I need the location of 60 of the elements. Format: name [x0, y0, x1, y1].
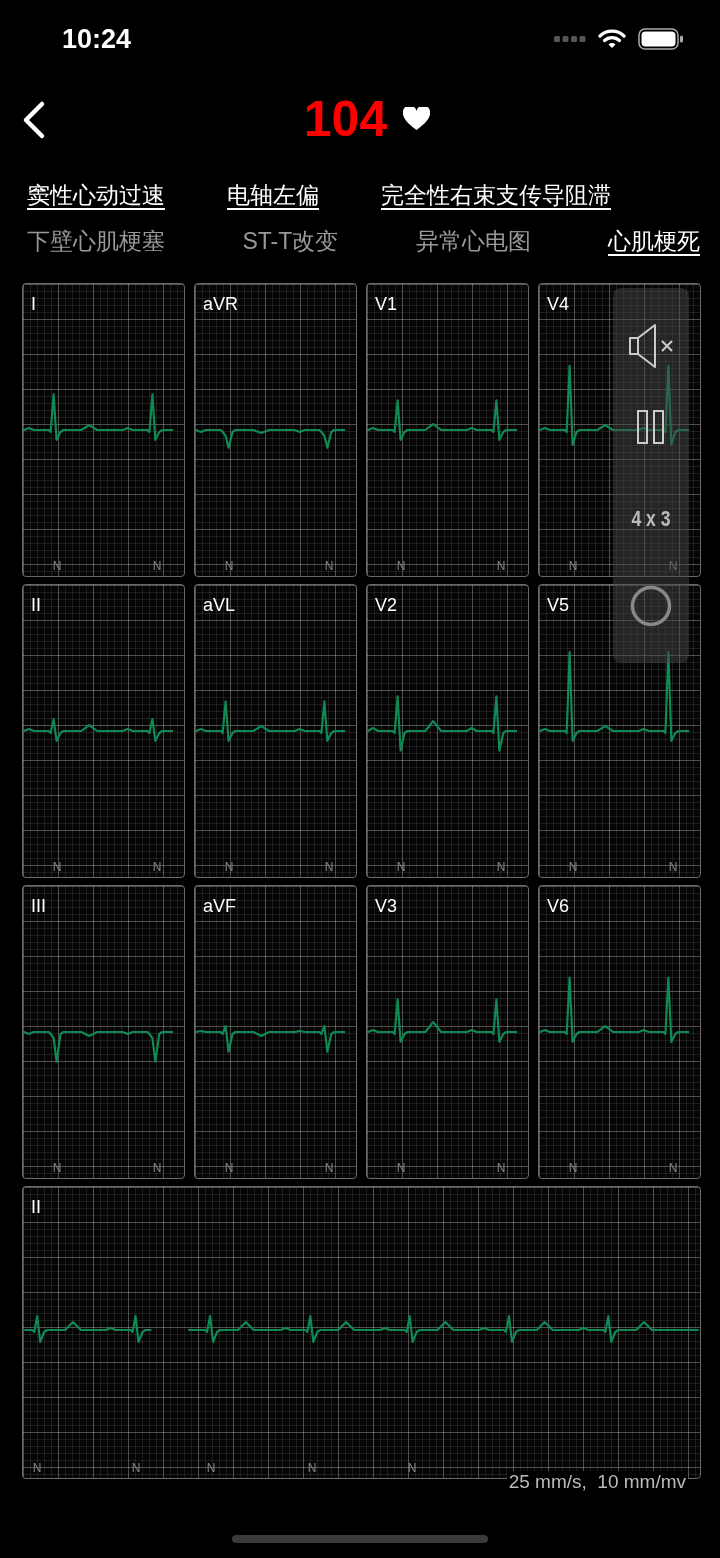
beat-label: N [496, 1161, 506, 1175]
lead-label: V6 [547, 896, 570, 917]
lead-label: V2 [375, 595, 398, 616]
beat-label: N [496, 559, 506, 573]
beat-label: N [152, 860, 162, 874]
lead-label: aVF [203, 896, 236, 917]
lead-label: II [31, 595, 41, 616]
signal-icon [554, 35, 586, 43]
diagnosis-label: 异常心电图 [415, 226, 531, 256]
heart-icon [403, 107, 431, 131]
beat-label: N [52, 559, 62, 573]
beat-label: N [324, 860, 334, 874]
beat-label: N [224, 559, 234, 573]
beat-label: N [568, 1161, 578, 1175]
beat-label: N [496, 860, 506, 874]
beat-label: N [32, 1461, 42, 1475]
lead-label: II [31, 1197, 41, 1218]
circle-icon [630, 585, 672, 627]
beat-label: N [568, 559, 578, 573]
beat-label: N [407, 1461, 417, 1475]
beat-label: N [307, 1461, 317, 1475]
beat-label: N [324, 1161, 334, 1175]
beat-label: N [324, 559, 334, 573]
lead-label: V4 [547, 294, 570, 315]
status-time: 10:24 [62, 23, 132, 55]
lead-label: aVR [203, 294, 238, 315]
layout-button[interactable]: 4 x 3 [620, 506, 682, 532]
beat-label: N [206, 1461, 216, 1475]
beat-label: N [668, 1161, 678, 1175]
heart-rate-value: 104 [303, 90, 388, 148]
pause-icon [637, 410, 665, 444]
beat-label: N [131, 1461, 141, 1475]
battery-icon [638, 28, 684, 50]
beat-label: N [52, 860, 62, 874]
diagnosis-label: 完全性右束支传导阻滞 [381, 180, 611, 210]
beat-label: N [396, 1161, 406, 1175]
wifi-icon [598, 29, 626, 49]
speaker-muted-icon [627, 323, 675, 369]
beat-label: N [152, 559, 162, 573]
beat-label: N [396, 860, 406, 874]
beat-label: N [396, 559, 406, 573]
scale-caption: 25 mm/s, 10 mm/mv [506, 1471, 688, 1493]
lead-label: aVL [203, 595, 236, 616]
lead-label: III [31, 896, 46, 917]
beat-label: N [224, 1161, 234, 1175]
beat-label: N [568, 860, 578, 874]
lead-label: I [31, 294, 36, 315]
beat-label: N [668, 559, 678, 573]
diagnosis-label: 电轴左偏 [227, 180, 319, 210]
diagnosis-label: 下壁心肌梗塞 [27, 226, 165, 256]
lead-label: V5 [547, 595, 570, 616]
diagnosis-label: 心肌梗死 [607, 226, 700, 256]
beat-label: N [52, 1161, 62, 1175]
diagnosis-label: 窦性心动过速 [27, 180, 165, 210]
diagnosis-label: ST-T改变 [242, 226, 339, 256]
lead-label: V3 [375, 896, 398, 917]
beat-label: N [224, 860, 234, 874]
beat-label: N [152, 1161, 162, 1175]
beat-label: N [668, 860, 678, 874]
lead-label: V1 [375, 294, 398, 315]
